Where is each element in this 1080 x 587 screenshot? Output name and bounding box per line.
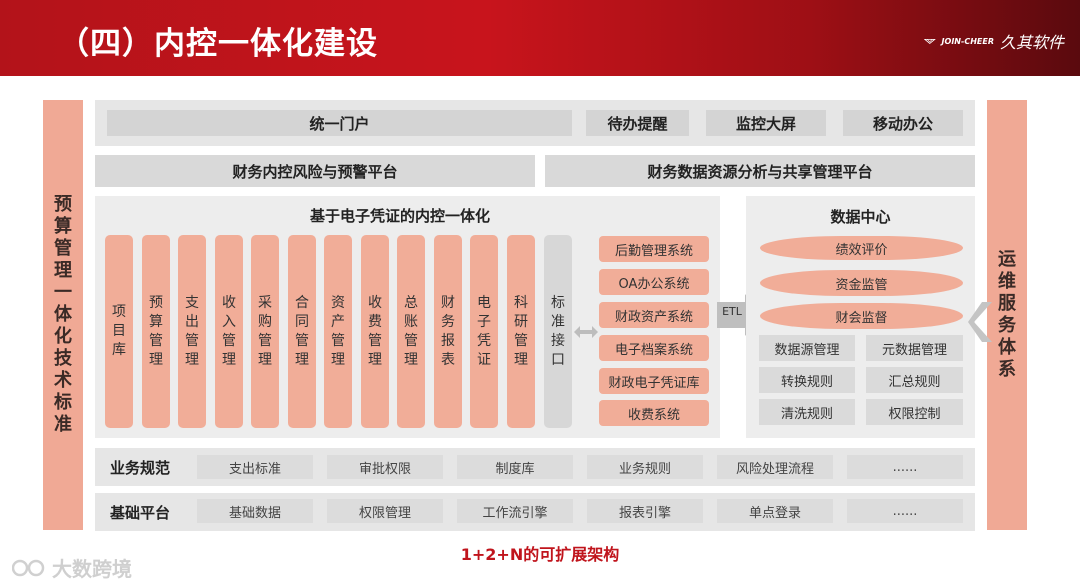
left-pillar-label: 预算管理一体化技术标准 (54, 194, 72, 435)
module-column: 收入管理 (215, 235, 243, 428)
data-center-layer: 资金监管 (760, 270, 963, 296)
business-rule-item: 审批权限 (327, 455, 443, 479)
business-rule-item: 支出标准 (197, 455, 313, 479)
chevron-left-icon (968, 302, 992, 342)
data-center-layer: 绩效评价 (760, 236, 963, 260)
module-column: 合同管理 (288, 235, 316, 428)
system-item: 财政资产系统 (599, 302, 709, 328)
system-item: OA办公系统 (599, 269, 709, 295)
business-rule-item: 制度库 (457, 455, 573, 479)
base-platform-label: 基础平台 (109, 503, 170, 522)
module-column: 收费管理 (361, 235, 389, 428)
watermark-logo-icon (12, 559, 45, 576)
module-column: 资产管理 (324, 235, 352, 428)
footer-caption: 1+2+N的可扩展架构 (460, 545, 620, 564)
data-center-item: 清洗规则 (759, 399, 855, 425)
company-logo: JOIN-CHEER 久其软件 (924, 26, 1064, 56)
watermark: 大数跨境 (12, 553, 132, 582)
base-platform-item: 基础数据 (197, 499, 313, 523)
risk-platform: 财务内控风险与预警平台 (95, 155, 535, 187)
base-platform-item: 工作流引擎 (457, 499, 573, 523)
system-item: 收费系统 (599, 400, 709, 426)
standard-interface-column: 标准接口 (544, 235, 572, 428)
data-center-item: 权限控制 (866, 399, 963, 425)
right-pillar-label: 运维服务体系 (998, 249, 1016, 380)
unified-portal: 统一门户 (107, 110, 572, 136)
data-center-item: 转换规则 (759, 367, 855, 393)
page-title: （四）内控一体化建设 (58, 26, 378, 62)
system-item: 电子档案系统 (599, 335, 709, 361)
monitor-screen: 监控大屏 (706, 110, 826, 136)
system-item: 财政电子凭证库 (599, 368, 709, 394)
data-center-title: 数据中心 (830, 208, 891, 226)
data-center-layer: 财会监督 (760, 303, 963, 329)
system-item: 后勤管理系统 (599, 236, 709, 262)
base-platform-item: 单点登录 (717, 499, 833, 523)
module-column: 电子凭证 (470, 235, 498, 428)
left-pillar: 预算管理一体化技术标准 (43, 100, 83, 530)
voucher-panel-title: 基于电子凭证的内控一体化 (309, 207, 490, 225)
mobile-office: 移动办公 (843, 110, 963, 136)
double-arrow-icon (574, 326, 598, 338)
module-column: 总账管理 (397, 235, 425, 428)
logo-mark-icon (924, 38, 936, 45)
module-column: 项目库 (105, 235, 133, 428)
business-rule-item: ...... (847, 455, 963, 479)
data-center-item: 汇总规则 (866, 367, 963, 393)
module-column: 预算管理 (142, 235, 170, 428)
business-rule-item: 风险处理流程 (717, 455, 833, 479)
business-rules-label: 业务规范 (109, 458, 170, 477)
module-column: 财务报表 (434, 235, 462, 428)
base-platform-item: ...... (847, 499, 963, 523)
data-center-item: 数据源管理 (759, 335, 855, 361)
etl-label: ETL (722, 305, 742, 318)
analysis-platform: 财务数据资源分析与共享管理平台 (545, 155, 975, 187)
watermark-text: 大数跨境 (52, 557, 132, 581)
logo-text-en: JOIN-CHEER (941, 36, 994, 46)
module-column: 科研管理 (507, 235, 535, 428)
module-column: 采购管理 (251, 235, 279, 428)
module-column: 支出管理 (178, 235, 206, 428)
base-platform-item: 报表引擎 (587, 499, 703, 523)
data-center-item: 元数据管理 (866, 335, 963, 361)
business-rule-item: 业务规则 (587, 455, 703, 479)
base-platform-item: 权限管理 (327, 499, 443, 523)
todo-reminder: 待办提醒 (586, 110, 689, 136)
logo-text-cn: 久其软件 (999, 33, 1064, 52)
